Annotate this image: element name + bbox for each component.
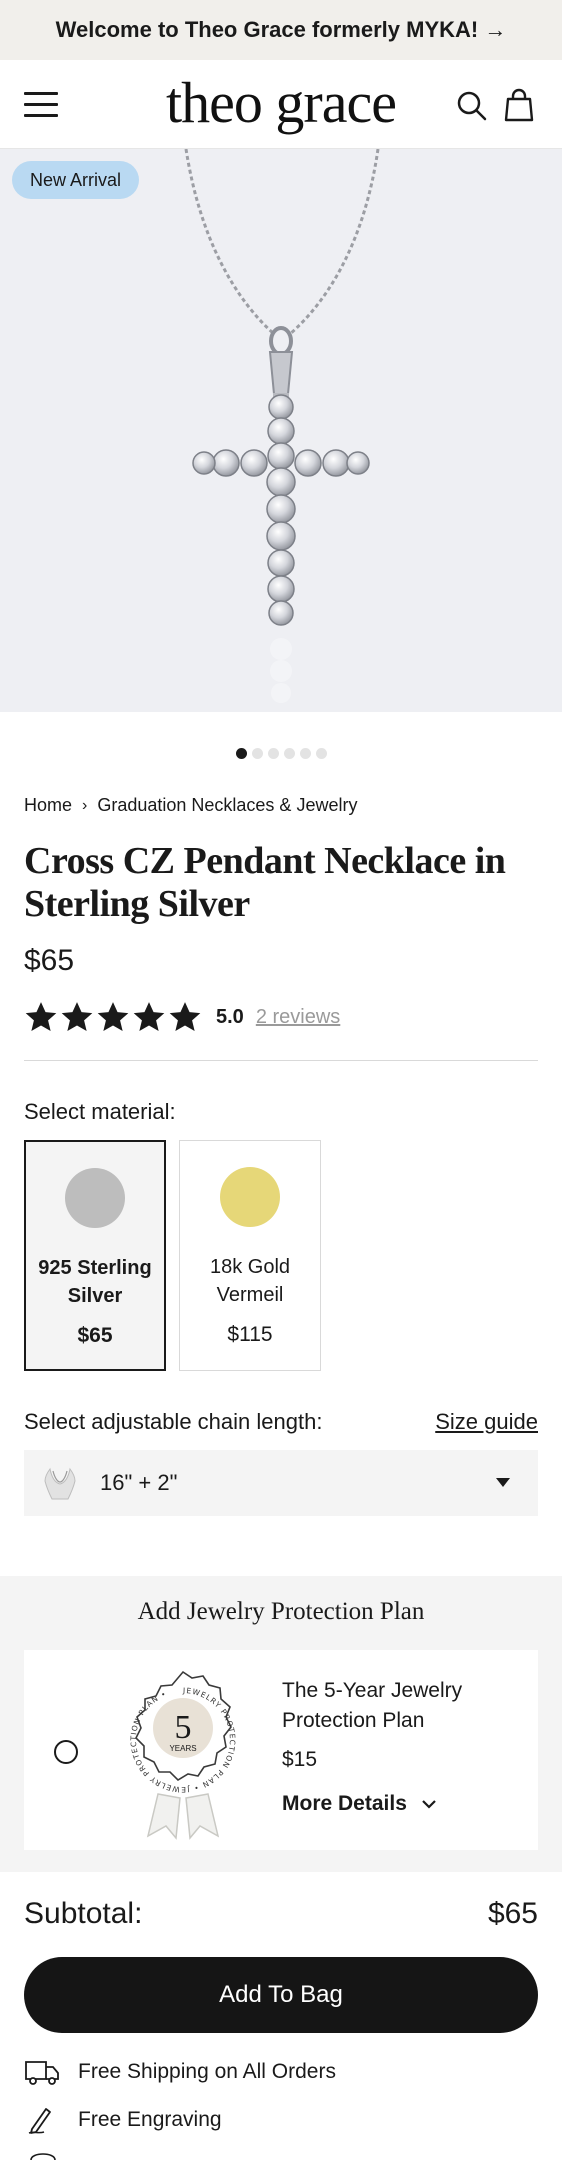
- subtotal-label: Subtotal:: [24, 1897, 143, 1930]
- breadcrumb: Home › Graduation Necklaces & Jewelry: [24, 795, 357, 816]
- star-icon: [61, 1002, 93, 1032]
- divider: [24, 1060, 538, 1061]
- product-price: $65: [24, 944, 75, 977]
- gold-swatch: [220, 1167, 280, 1227]
- site-header: theo grace: [0, 60, 562, 149]
- material-label: Select material:: [24, 1099, 176, 1124]
- chain-length-value: 16" + 2": [100, 1470, 178, 1495]
- carousel-dot[interactable]: [283, 748, 295, 759]
- image-carousel-dots[interactable]: [0, 748, 562, 759]
- caret-down-icon: [496, 1478, 510, 1487]
- star-rating: [24, 1000, 202, 1034]
- carousel-dot[interactable]: [315, 748, 327, 759]
- product-title: Cross CZ Pendant Necklace in Sterling Si…: [24, 840, 506, 925]
- carousel-dot[interactable]: [299, 748, 311, 759]
- size-guide-link[interactable]: Size guide: [435, 1409, 538, 1435]
- search-icon[interactable]: [456, 90, 488, 122]
- perk-shipping-text: Free Shipping on All Orders: [78, 2060, 336, 2083]
- chevron-right-icon: ›: [82, 796, 88, 814]
- chevron-down-icon: [422, 1800, 436, 1809]
- breadcrumb-category[interactable]: Graduation Necklaces & Jewelry: [97, 795, 357, 816]
- chain-length-label: Select adjustable chain length:: [24, 1409, 323, 1434]
- announcement-bar[interactable]: Welcome to Theo Grace formerly MYKA! →: [0, 0, 562, 60]
- reviews-link[interactable]: 2 reviews: [256, 1006, 340, 1029]
- announcement-text[interactable]: Welcome to Theo Grace formerly MYKA! →: [56, 17, 507, 43]
- material-option-gold[interactable]: 18k Gold Vermeil $115: [179, 1140, 321, 1371]
- carousel-dot[interactable]: [235, 748, 247, 759]
- more-details-toggle[interactable]: More Details: [282, 1792, 437, 1816]
- plan-price: $15: [282, 1748, 318, 1771]
- necklace-bust-icon: [44, 1467, 76, 1500]
- new-arrival-badge: New Arrival: [12, 161, 140, 199]
- material-name: 18k Gold Vermeil: [209, 1256, 291, 1306]
- protection-plan-radio[interactable]: [54, 1740, 78, 1764]
- material-option-silver[interactable]: 925 Sterling Silver $65: [24, 1140, 166, 1371]
- protection-seal-icon: JEWELRY PROTECTION PLAN • JEWELRY PROTEC…: [129, 1670, 236, 1840]
- cross-pendant-image: [184, 149, 380, 703]
- shopping-bag-icon[interactable]: [504, 88, 534, 122]
- more-details-label: More Details: [282, 1792, 407, 1815]
- pen-icon: [28, 2108, 51, 2134]
- plan-name: The 5-Year Jewelry Protection Plan: [282, 1679, 463, 1732]
- chain-length-select[interactable]: 16" + 2": [24, 1450, 538, 1516]
- subtotal-value: $65: [487, 1897, 538, 1930]
- star-icon: [97, 1002, 129, 1032]
- product-image[interactable]: New Arrival: [0, 149, 562, 712]
- delivery-truck-icon: [25, 2061, 59, 2085]
- perk-engraving: Free Engraving: [24, 2105, 222, 2135]
- carousel-dot[interactable]: [251, 748, 263, 759]
- protection-plan-title: Add Jewelry Protection Plan: [137, 1598, 425, 1625]
- rating-score: 5.0: [216, 1005, 244, 1028]
- protection-plan-card[interactable]: JEWELRY PROTECTION PLAN • JEWELRY PROTEC…: [24, 1650, 538, 1850]
- carousel-dot[interactable]: [267, 748, 279, 759]
- material-price: $115: [227, 1323, 273, 1346]
- seal-unit: YEARS: [169, 1744, 196, 1753]
- star-icon: [133, 1002, 165, 1032]
- breadcrumb-home[interactable]: Home: [24, 795, 72, 816]
- material-name: 925 Sterling Silver: [38, 1257, 152, 1307]
- perk-engraving-text: Free Engraving: [78, 2108, 222, 2131]
- material-price: $65: [77, 1324, 113, 1347]
- seal-number: 5: [175, 1709, 192, 1746]
- protection-plan-section: Add Jewelry Protection Plan JEWELRY PROT…: [0, 1576, 562, 1872]
- star-icon: [169, 1002, 201, 1032]
- product-rating[interactable]: 5.0 2 reviews: [24, 997, 340, 1037]
- perk-next-icon: [30, 2153, 56, 2160]
- add-to-bag-button[interactable]: Add To Bag: [24, 1957, 538, 2033]
- perk-shipping: Free Shipping on All Orders: [24, 2057, 336, 2087]
- star-icon: [25, 1002, 57, 1032]
- silver-swatch: [65, 1168, 125, 1228]
